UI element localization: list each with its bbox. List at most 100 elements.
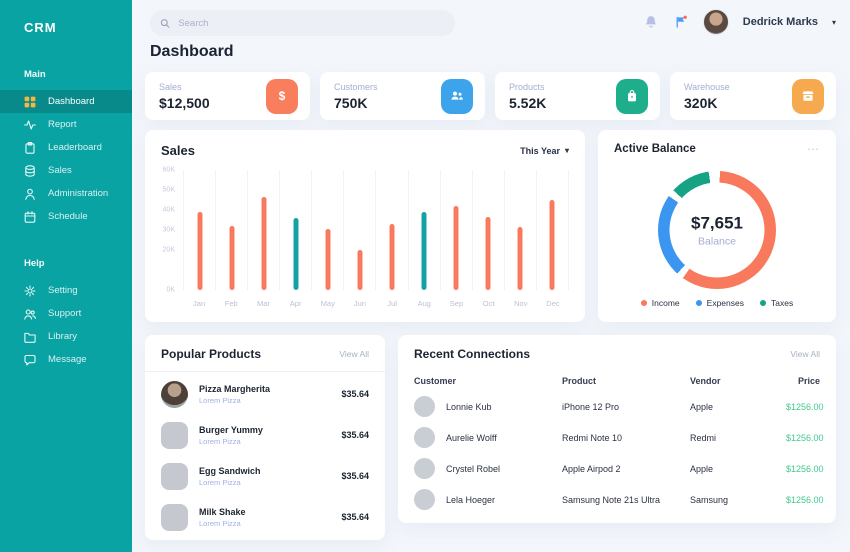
- chart-bar: [518, 227, 523, 290]
- x-tick-label: May: [312, 299, 344, 308]
- y-tick-label: 60K: [163, 167, 175, 174]
- vendor-cell: Apple: [690, 402, 786, 412]
- column-header-customer: Customer: [414, 376, 562, 386]
- legend-dot: [760, 300, 766, 306]
- user-name[interactable]: Dedrick Marks: [743, 16, 818, 28]
- chart-column: [375, 170, 407, 290]
- sidebar-item-label: Leaderboard: [48, 142, 102, 153]
- people-icon: [24, 308, 36, 320]
- avatar: [414, 396, 435, 417]
- list-item[interactable]: Egg SandwichLorem Pizza $35.64: [145, 457, 385, 495]
- product-name: Egg Sandwich: [199, 466, 341, 476]
- chart-bar: [325, 229, 330, 290]
- recent-connections-card: Recent Connections View All Customer Pro…: [398, 335, 836, 523]
- view-all-link[interactable]: View All: [790, 349, 820, 359]
- chart-x-axis: JanFebMarAprMayJunJulAugSepOctNovDec: [183, 299, 569, 308]
- table-row[interactable]: Lela Hoeger Samsung Note 21s Ultra Samsu…: [414, 484, 820, 515]
- chart-column: [472, 170, 504, 290]
- y-tick-label: 20K: [163, 247, 175, 254]
- customer-name: Lonnie Kub: [446, 402, 492, 412]
- chart-plot-area: [183, 170, 569, 290]
- stat-value: $12,500: [159, 95, 210, 111]
- chart-bar: [390, 224, 395, 290]
- y-tick-label: 40K: [163, 207, 175, 214]
- year-filter-label: This Year: [520, 146, 560, 156]
- chevron-down-icon: ▾: [565, 146, 569, 155]
- chart-column: [408, 170, 440, 290]
- sidebar-item-setting[interactable]: Setting: [0, 279, 132, 302]
- balance-label: Balance: [698, 235, 736, 247]
- sidebar-section-main: Main: [0, 69, 132, 80]
- sidebar-item-dashboard[interactable]: Dashboard: [0, 90, 132, 113]
- popular-products-title: Popular Products: [161, 347, 261, 361]
- chart-column: [247, 170, 279, 290]
- search-icon: [160, 18, 170, 29]
- notification-bell-icon[interactable]: [643, 14, 659, 30]
- table-header: Customer Product Vendor Price: [414, 371, 820, 391]
- stat-card-warehouse: Warehouse 320K: [670, 72, 836, 120]
- year-filter-dropdown[interactable]: This Year ▾: [520, 146, 569, 156]
- calendar-icon: [24, 211, 36, 223]
- product-price: $35.64: [341, 471, 369, 481]
- sidebar-item-sales[interactable]: Sales: [0, 159, 132, 182]
- chart-column: [311, 170, 343, 290]
- list-item[interactable]: Burger YummyLorem Pizza $35.64: [145, 416, 385, 454]
- chart-column: [504, 170, 536, 290]
- price-cell: $1256.00: [786, 464, 824, 474]
- sidebar-item-label: Report: [48, 119, 77, 130]
- x-tick-label: Dec: [537, 299, 569, 308]
- chart-bar: [229, 226, 234, 290]
- list-item[interactable]: Milk ShakeLorem Pizza $35.64: [145, 498, 385, 536]
- column-header-product: Product: [562, 376, 690, 386]
- vendor-cell: Redmi: [690, 433, 786, 443]
- column-header-price: Price: [786, 376, 820, 386]
- more-menu-icon[interactable]: ⋯: [807, 146, 820, 152]
- sidebar-item-report[interactable]: Report: [0, 113, 132, 136]
- product-subtitle: Lorem Pizza: [199, 437, 341, 446]
- product-cell: Samsung Note 21s Ultra: [562, 495, 690, 505]
- sidebar-item-message[interactable]: Message: [0, 348, 132, 371]
- product-cell: Apple Airpod 2: [562, 464, 690, 474]
- grid-icon: [24, 96, 36, 108]
- legend-dot: [641, 300, 647, 306]
- stat-label: Warehouse: [684, 82, 730, 92]
- crm-dashboard-app: CRM Main Dashboard Report Leaderboard Sa…: [0, 0, 850, 552]
- avatar[interactable]: [703, 9, 729, 35]
- view-all-link[interactable]: View All: [339, 349, 369, 359]
- chart-bar: [197, 212, 202, 290]
- search-input[interactable]: [178, 18, 445, 29]
- store-icon: [792, 79, 824, 114]
- chat-icon: [24, 354, 36, 366]
- gear-icon: [24, 285, 36, 297]
- recent-connections-title: Recent Connections: [414, 347, 530, 361]
- x-tick-label: Sep: [440, 299, 472, 308]
- product-subtitle: Lorem Pizza: [199, 396, 341, 405]
- sidebar-item-library[interactable]: Library: [0, 325, 132, 348]
- table-row[interactable]: Crystel Robel Apple Airpod 2 Apple $1256…: [414, 453, 820, 484]
- product-cell: Redmi Note 10: [562, 433, 690, 443]
- sidebar-item-support[interactable]: Support: [0, 302, 132, 325]
- vendor-cell: Apple: [690, 464, 786, 474]
- search-bar[interactable]: [150, 10, 455, 36]
- sidebar-item-label: Administration: [48, 188, 108, 199]
- chevron-down-icon[interactable]: ▾: [832, 18, 836, 27]
- sidebar-item-label: Setting: [48, 285, 78, 296]
- table-row[interactable]: Lonnie Kub iPhone 12 Pro Apple $1256.00: [414, 391, 820, 422]
- list-item[interactable]: Pizza MargheritaLorem Pizza $35.64: [145, 375, 385, 413]
- stat-card-products: Products 5.52K: [495, 72, 660, 120]
- sidebar-section-help: Help: [0, 258, 132, 269]
- stat-card-customers: Customers 750K: [320, 72, 485, 120]
- sidebar-item-administration[interactable]: Administration: [0, 182, 132, 205]
- flag-icon[interactable]: [673, 14, 689, 30]
- table-row[interactable]: Aurelie Wolff Redmi Note 10 Redmi $1256.…: [414, 422, 820, 453]
- chart-bar: [486, 217, 491, 290]
- stat-label: Products: [509, 82, 546, 92]
- customer-name: Lela Hoeger: [446, 495, 495, 505]
- product-price: $35.64: [341, 512, 369, 522]
- y-tick-label: 50K: [163, 187, 175, 194]
- vendor-cell: Samsung: [690, 495, 786, 505]
- activity-icon: [24, 119, 36, 131]
- x-tick-label: Apr: [280, 299, 312, 308]
- sidebar-item-schedule[interactable]: Schedule: [0, 205, 132, 228]
- sidebar-item-leaderboard[interactable]: Leaderboard: [0, 136, 132, 159]
